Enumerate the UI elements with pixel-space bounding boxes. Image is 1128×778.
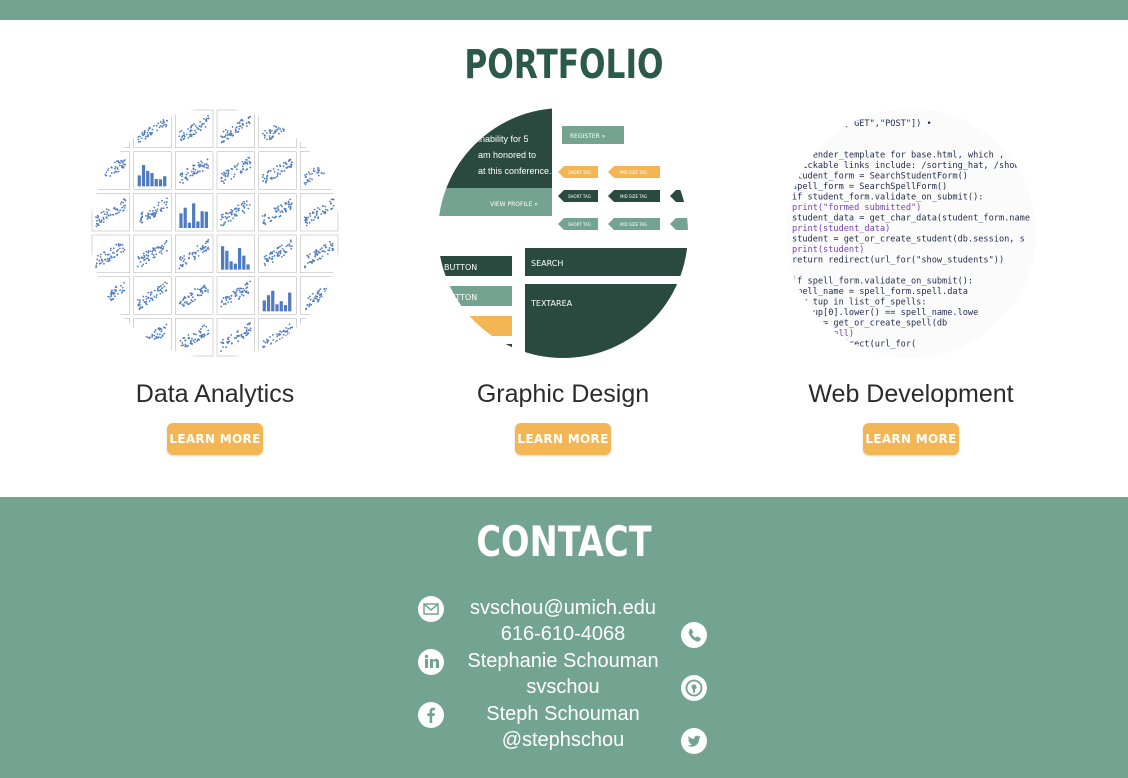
- code-line: clickable links include: /sorting_hat, /…: [792, 161, 1020, 171]
- learn-more-button-data-analytics[interactable]: LEARN MORE: [167, 423, 263, 455]
- linkedin-link[interactable]: Stephanie Schouman: [440, 650, 686, 673]
- design-text-1: on: [478, 118, 488, 128]
- code-line: .red: [792, 130, 813, 140]
- graphic-design-image[interactable]: on inability for 5 am honored to at this…: [438, 108, 688, 358]
- facebook-link[interactable]: Steph Schouman: [440, 703, 686, 726]
- card-web-development: , methods=["GET","POST"]) • .red ,): ll …: [781, 108, 1041, 455]
- code-line: ll render_template for base.html, which …: [792, 151, 1004, 161]
- code-snippet-graphic: , methods=["GET","POST"]) • .red ,): ll …: [792, 119, 1030, 350]
- code-line: for tup in list_of_spells:: [792, 298, 927, 308]
- card-data-analytics: Data Analytics LEARN MORE: [85, 108, 345, 455]
- code-line: ,):: [792, 140, 808, 150]
- code-line: spell_name = spell_form.spell.data: [792, 287, 968, 297]
- github-link[interactable]: svschou: [440, 676, 686, 699]
- button-text-2: BUTTON: [444, 293, 477, 302]
- card-label: Graphic Design: [476, 380, 650, 408]
- code-line: print(spell): [792, 329, 854, 339]
- code-line: spell = get_or_create_spell(db: [792, 319, 947, 329]
- learn-more-button-web-development[interactable]: LEARN MORE: [863, 423, 959, 455]
- card-label: Data Analytics: [135, 380, 295, 408]
- register-text: REGISTER »: [570, 133, 606, 140]
- mid-tag-2: MID SIZE TAG: [620, 194, 647, 199]
- top-bar: [0, 0, 1128, 20]
- design-text-4: at this conference.: [478, 166, 552, 176]
- code-line: return redirect(url_for(: [792, 340, 916, 350]
- code-line: , methods=["GET","POST"]) •: [792, 119, 932, 129]
- code-line: if student_form.validate_on_submit():: [792, 193, 983, 203]
- phone-link[interactable]: 616-610-4068: [440, 623, 686, 646]
- code-line: student_data = get_char_data(student_for…: [792, 214, 1030, 224]
- email-link[interactable]: svschou@umich.edu: [440, 597, 686, 620]
- code-line: if spell_form.validate_on_submit():: [792, 277, 973, 287]
- web-development-image[interactable]: , methods=["GET","POST"]) • .red ,): ll …: [786, 108, 1036, 358]
- contact-title: CONTACT: [476, 517, 652, 566]
- textarea-text: TEXTAREA: [530, 299, 573, 308]
- code-line: print(student): [792, 245, 864, 255]
- graphic-design-graphic: on inability for 5 am honored to at this…: [438, 108, 688, 358]
- mid-tag-3: MID SIZE TAG: [620, 222, 647, 227]
- search-text: SEARCH: [531, 259, 563, 268]
- short-tag-2: SHORT TAG: [568, 194, 591, 199]
- mid-tag-1: MID SIZE TAG: [620, 170, 647, 175]
- code-line: if tup[0].lower() == spell_name.lowe: [792, 308, 978, 318]
- code-line: student = get_or_create_student(db.sessi…: [792, 235, 1025, 245]
- code-line: student_form = SearchStudentForm(): [792, 172, 968, 182]
- card-graphic-design: on inability for 5 am honored to at this…: [433, 108, 693, 455]
- short-tag-3: SHORT TAG: [568, 222, 591, 227]
- portfolio-title: PORTFOLIO: [464, 42, 664, 88]
- card-label: Web Development: [808, 380, 1014, 408]
- code-line: spell_form = SearchSpellForm(): [792, 182, 947, 192]
- code-line: return redirect(url_for("show_students")…: [792, 256, 1004, 266]
- scatter-matrix-graphic: [91, 109, 339, 357]
- view-profile-text: VIEW PROFILE »: [490, 201, 538, 208]
- design-text-2: inability for 5: [478, 134, 529, 144]
- design-text-3: am honored to: [478, 150, 536, 160]
- data-analytics-image[interactable]: [90, 108, 340, 358]
- code-line: print(student_data): [792, 224, 890, 234]
- contact-section: CONTACT svschou@umich.edu 616-610-4068 S…: [0, 497, 1128, 778]
- code-line: print("formed submitted"): [792, 203, 921, 213]
- short-tag-1: SHORT TAG: [568, 170, 591, 175]
- learn-more-button-graphic-design[interactable]: LEARN MORE: [515, 423, 611, 455]
- twitter-link[interactable]: @stephschou: [440, 729, 686, 752]
- button-text-1: BUTTON: [444, 263, 477, 272]
